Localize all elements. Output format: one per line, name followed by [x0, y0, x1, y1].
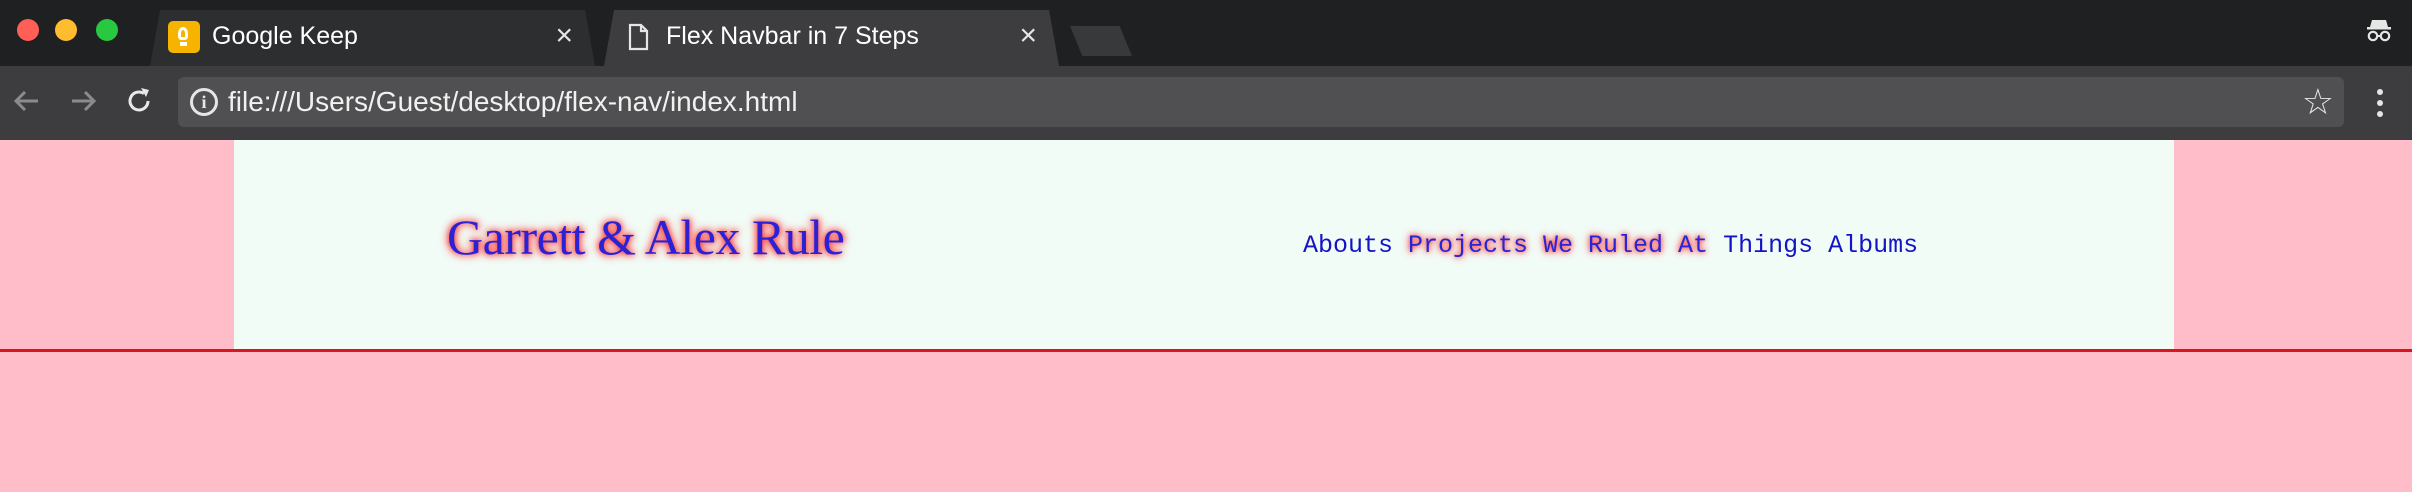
minimize-window-button[interactable] [55, 19, 77, 41]
nav-link-abouts[interactable]: Abouts [1303, 231, 1393, 260]
nav-link-albums[interactable]: Albums [1828, 231, 1918, 260]
site-nav: Abouts Projects We Ruled At Things Album… [1303, 231, 1918, 260]
tab-flex-navbar[interactable]: Flex Navbar in 7 Steps × [604, 10, 1059, 66]
browser-toolbar: i file:///Users/Guest/desktop/flex-nav/i… [0, 66, 2412, 141]
back-arrow-icon[interactable] [10, 84, 44, 118]
info-icon[interactable]: i [190, 88, 218, 116]
url-text[interactable]: file:///Users/Guest/desktop/flex-nav/ind… [228, 86, 798, 118]
close-window-button[interactable] [17, 19, 39, 41]
site-header: Garrett & Alex Rule Abouts Projects We R… [234, 140, 2174, 349]
keep-bulb-icon [168, 21, 200, 53]
site-logo[interactable]: Garrett & Alex Rule [447, 208, 845, 266]
browser-menu-icon[interactable] [2368, 86, 2392, 120]
tab-google-keep[interactable]: Google Keep × [150, 10, 595, 66]
incognito-icon[interactable] [2363, 14, 2395, 46]
browser-tab-strip: Google Keep × Flex Navbar in 7 Steps × [0, 0, 2412, 66]
forward-arrow-icon[interactable] [66, 84, 100, 118]
reload-icon[interactable] [122, 84, 156, 118]
header-divider [0, 349, 2412, 352]
document-icon [622, 21, 654, 53]
page-viewport: Garrett & Alex Rule Abouts Projects We R… [0, 140, 2412, 492]
bookmark-star-icon[interactable]: ☆ [2302, 81, 2334, 123]
nav-link-projects[interactable]: Projects We Ruled At [1408, 231, 1708, 260]
address-bar[interactable]: i file:///Users/Guest/desktop/flex-nav/i… [178, 77, 2344, 127]
close-tab-icon[interactable]: × [555, 21, 573, 51]
close-tab-icon[interactable]: × [1019, 21, 1037, 51]
maximize-window-button[interactable] [96, 19, 118, 41]
tab-title: Flex Navbar in 7 Steps [666, 22, 919, 50]
tab-title: Google Keep [212, 22, 358, 50]
nav-link-things[interactable]: Things [1723, 231, 1813, 260]
new-tab-button[interactable] [1070, 26, 1132, 56]
